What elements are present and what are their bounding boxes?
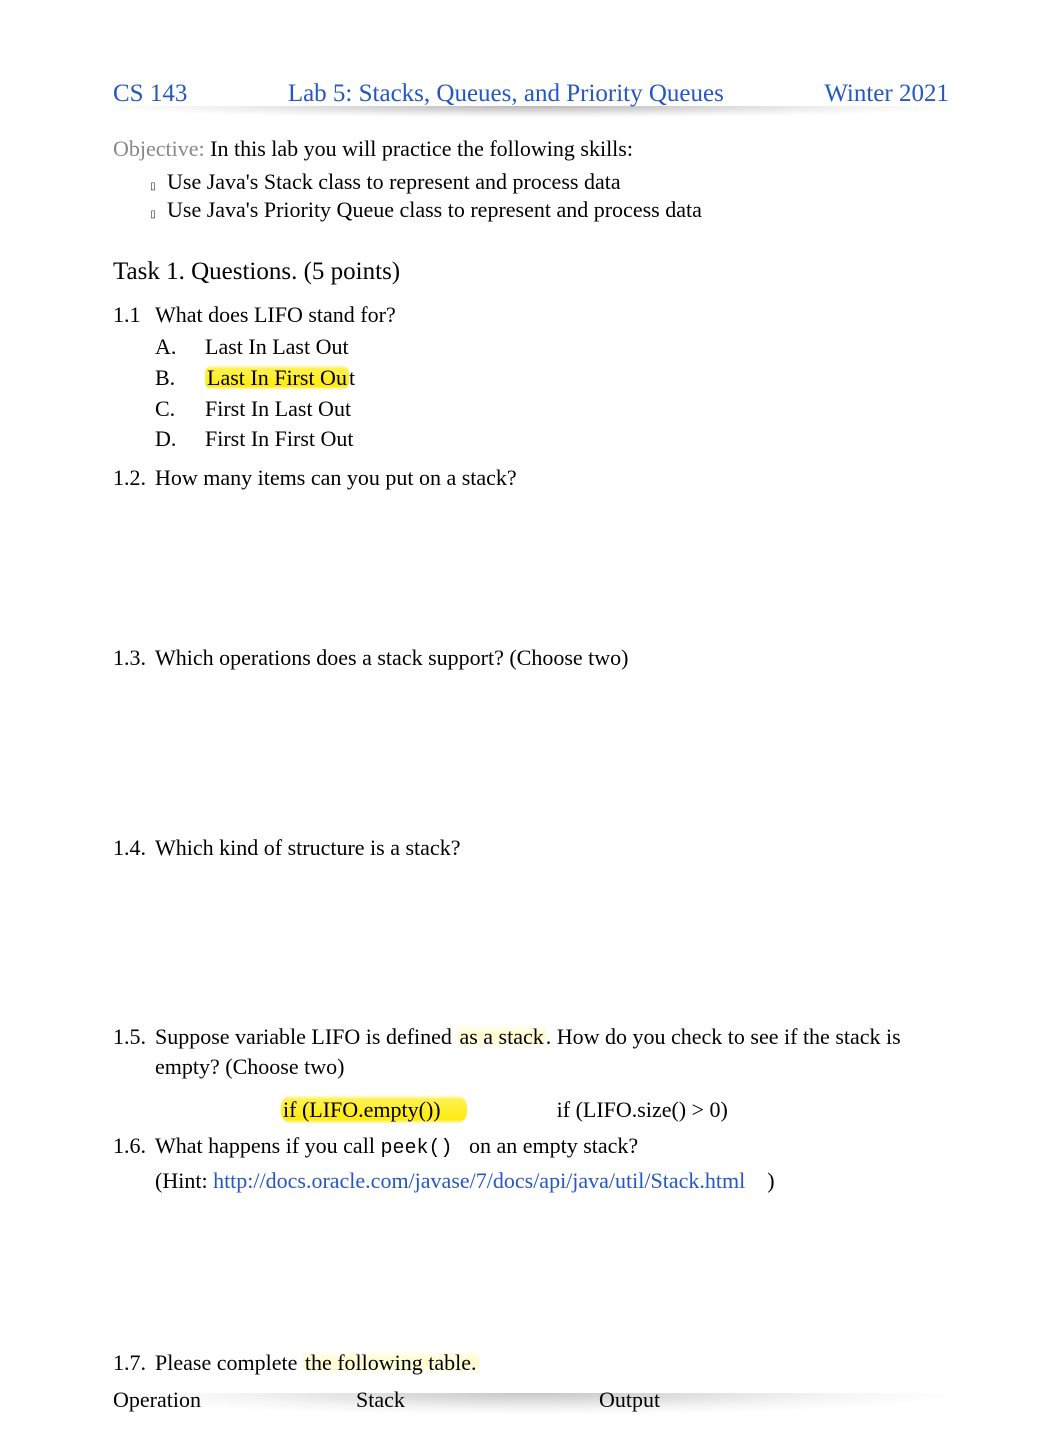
choice-letter: C.: [155, 394, 205, 425]
question-number: 1.6.: [113, 1131, 155, 1162]
choice-letter: D.: [155, 424, 205, 455]
objective-line: Objective: In this lab you will practice…: [113, 136, 949, 162]
hint-prefix: (Hint:: [155, 1168, 213, 1193]
choice-a: A. Last In Last Out: [155, 332, 949, 363]
question-number: 1.3.: [113, 643, 155, 673]
question-number: 1.2.: [113, 463, 155, 493]
question-1-5: 1.5. Suppose variable LIFO is defined as…: [113, 1022, 949, 1081]
highlight-soft: the following table.: [303, 1350, 479, 1375]
question-text: What happens if you call peek() on an em…: [155, 1131, 949, 1162]
bullet-icon: ▯: [139, 181, 167, 194]
objective-list: ▯ Use Java's Stack class to represent an…: [139, 168, 949, 224]
choice-letter: A.: [155, 332, 205, 363]
question-text: Please complete the following table.: [155, 1348, 949, 1378]
highlight: Last In First Ou: [205, 365, 349, 390]
choice-text: First In Last Out: [205, 394, 351, 425]
objective-item-text: Use Java's Stack class to represent and …: [167, 168, 621, 196]
highlight: if (LIFO.empty()): [281, 1095, 467, 1124]
hint-line: (Hint: http://docs.oracle.com/javase/7/d…: [155, 1168, 949, 1194]
question-text: Suppose variable LIFO is defined as a st…: [155, 1022, 949, 1081]
code-option-2: if (LIFO.size() > 0): [557, 1097, 728, 1123]
table-header-stack: Stack: [356, 1387, 599, 1413]
task-title: Questions. (5 points): [191, 258, 400, 285]
question-number: 1.7.: [113, 1348, 155, 1378]
lab-title: Lab 5: Stacks, Queues, and Priority Queu…: [288, 80, 724, 108]
question-text: Which kind of structure is a stack?: [155, 833, 949, 863]
question-1-6: 1.6. What happens if you call peek() on …: [113, 1131, 949, 1162]
list-item: ▯ Use Java's Priority Queue class to rep…: [139, 196, 949, 224]
table-1-7: Operation Stack Output: [113, 1387, 949, 1413]
question-text: Which operations does a stack support? (…: [155, 643, 949, 673]
hint-link[interactable]: http://docs.oracle.com/javase/7/docs/api…: [213, 1168, 745, 1193]
objective-text: In this lab you will practice the follow…: [210, 136, 633, 161]
choice-c: C. First In Last Out: [155, 394, 949, 425]
choices-1-1: A. Last In Last Out B. Last In First Out…: [155, 332, 949, 455]
term: Winter 2021: [824, 80, 949, 108]
choice-text: Last In First Out: [205, 363, 355, 394]
table-header-output: Output: [599, 1387, 949, 1413]
code-options-1-5: if (LIFO.empty()) if (LIFO.size() > 0): [281, 1097, 949, 1123]
highlight-soft: as a stack: [457, 1024, 545, 1049]
question-number: 1.5.: [113, 1022, 155, 1081]
question-1-2: 1.2. How many items can you put on a sta…: [113, 463, 949, 493]
question-1-1: 1.1 What does LIFO stand for?: [113, 300, 949, 330]
choice-b: B. Last In First Out: [155, 363, 949, 394]
choice-d: D. First In First Out: [155, 424, 949, 455]
code-option-1: if (LIFO.empty()): [281, 1097, 467, 1123]
task-heading: Task 1. Questions. (5 points): [113, 258, 949, 286]
objective-item-text: Use Java's Priority Queue class to repre…: [167, 196, 702, 224]
question-1-4: 1.4. Which kind of structure is a stack?: [113, 833, 949, 863]
question-number: 1.4.: [113, 833, 155, 863]
question-1-7: 1.7. Please complete the following table…: [113, 1348, 949, 1378]
bullet-icon: ▯: [139, 209, 167, 222]
question-text: What does LIFO stand for?: [155, 300, 949, 330]
table-header-row: Operation Stack Output: [113, 1387, 949, 1413]
list-item: ▯ Use Java's Stack class to represent an…: [139, 168, 949, 196]
question-text: How many items can you put on a stack?: [155, 463, 949, 493]
choice-text: First In First Out: [205, 424, 354, 455]
question-1-3: 1.3. Which operations does a stack suppo…: [113, 643, 949, 673]
code-inline: peek(): [380, 1137, 452, 1160]
table-header-operation: Operation: [113, 1387, 356, 1413]
choice-text: Last In Last Out: [205, 332, 349, 363]
question-number: 1.1: [113, 300, 155, 330]
task-prefix: Task 1.: [113, 258, 191, 285]
course-code: CS 143: [113, 80, 187, 108]
objective-label: Objective:: [113, 136, 205, 161]
hint-suffix: ): [767, 1168, 774, 1193]
page-header: CS 143 Lab 5: Stacks, Queues, and Priori…: [113, 80, 949, 114]
choice-letter: B.: [155, 363, 205, 394]
